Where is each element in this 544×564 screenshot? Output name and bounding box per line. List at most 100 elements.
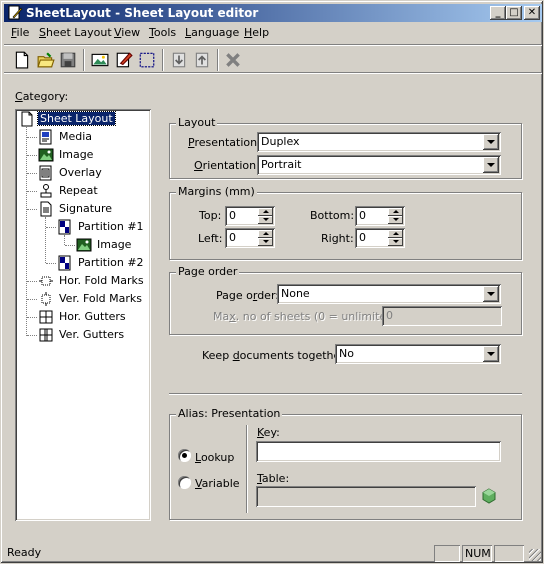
spin-up-button[interactable] [388, 230, 403, 238]
image-icon [76, 238, 92, 252]
max-sheets-label: Max. no of sheets (0 = unlimited): [213, 310, 402, 323]
status-pane-num: NUM [462, 545, 492, 562]
tree-connector [27, 191, 37, 192]
tree-connector [64, 235, 65, 245]
move-down-icon[interactable] [170, 51, 188, 69]
tree-connector [26, 127, 27, 336]
toolbar-separator [162, 49, 164, 71]
lookup-radio[interactable] [178, 449, 191, 462]
chevron-down-icon[interactable] [483, 134, 499, 150]
main-window: SheetLayout - Sheet Layout editor _ □ ✕ … [0, 0, 544, 564]
status-text: Ready [7, 546, 42, 559]
chevron-down-icon[interactable] [483, 346, 499, 362]
toolbar-separator [217, 49, 219, 71]
maximize-button[interactable]: □ [506, 6, 522, 20]
keep-together-select[interactable]: No [335, 344, 501, 364]
status-pane-scroll [494, 545, 524, 562]
lookup-label[interactable]: Lookup [195, 451, 234, 464]
spin-up-button[interactable] [258, 230, 273, 238]
partition-icon [58, 255, 71, 271]
alias-divider [246, 425, 247, 513]
tree-connector [27, 335, 37, 336]
overlay-icon [39, 165, 52, 181]
top-margin-spinner[interactable]: 0 [225, 206, 275, 226]
menu-language[interactable]: Language [185, 26, 239, 39]
separator [169, 393, 522, 395]
toolbar [4, 44, 542, 74]
right-label: Right: [321, 232, 354, 245]
table-label: Table: [257, 472, 290, 485]
spin-down-button[interactable] [388, 216, 403, 224]
spin-down-button[interactable] [258, 238, 273, 246]
repeat-icon [40, 184, 52, 198]
tree-connector [46, 263, 56, 264]
top-label: Top: [199, 209, 222, 222]
hor-fold-icon [39, 276, 53, 286]
key-label: Key: [257, 426, 280, 439]
ver-fold-icon [41, 292, 51, 306]
category-tree[interactable]: Sheet Layout Media Image Overlay Repeat … [15, 109, 151, 521]
close-button[interactable]: ✕ [524, 6, 540, 20]
chevron-down-icon[interactable] [483, 286, 499, 302]
left-label: Left: [198, 232, 223, 245]
new-icon[interactable] [13, 51, 31, 69]
resize-grip[interactable] [529, 549, 541, 561]
image-icon[interactable] [91, 51, 109, 69]
spin-down-button[interactable] [258, 216, 273, 224]
chevron-down-icon[interactable] [483, 157, 499, 173]
signature-icon [40, 201, 52, 217]
title-bar[interactable]: SheetLayout - Sheet Layout editor _ □ ✕ [4, 4, 542, 22]
edit-icon[interactable] [115, 51, 133, 69]
move-up-icon[interactable] [193, 51, 211, 69]
minimize-button[interactable]: _ [490, 6, 506, 20]
spin-up-button[interactable] [388, 208, 403, 216]
toolbar-separator [83, 49, 85, 71]
menu-view[interactable]: View [114, 26, 140, 39]
spin-down-button[interactable] [388, 238, 403, 246]
spin-up-button[interactable] [258, 208, 273, 216]
key-input[interactable] [256, 441, 501, 462]
tree-connector [65, 245, 75, 246]
hor-gutter-icon [39, 310, 53, 324]
save-icon[interactable] [59, 51, 77, 69]
tree-connector [45, 217, 46, 263]
menu-file[interactable]: File [11, 26, 29, 39]
margins-group: Margins (mm) [169, 185, 522, 260]
select-icon[interactable] [138, 51, 156, 69]
right-margin-spinner[interactable]: 0 [355, 228, 405, 248]
tree-connector [27, 137, 37, 138]
tree-connector [27, 173, 37, 174]
delete-icon[interactable] [224, 51, 242, 69]
bottom-label: Bottom: [310, 209, 355, 222]
table-input[interactable] [256, 486, 476, 507]
presentation-label: Presentation: [188, 136, 261, 149]
menu-tools[interactable]: Tools [149, 26, 176, 39]
orientation-label: Orientation: [194, 159, 260, 172]
page-order-select[interactable]: None [277, 284, 501, 304]
table-lookup-icon[interactable] [481, 488, 497, 504]
menu-bar: File Sheet Layout View Tools Language He… [4, 23, 542, 42]
category-label: Category: [15, 90, 69, 103]
menu-help[interactable]: Help [244, 26, 269, 39]
orientation-select[interactable]: Portrait [257, 155, 501, 175]
max-sheets-input[interactable]: 0 [382, 306, 502, 326]
media-icon [39, 129, 52, 145]
keep-together-label: Keep documents together: [202, 349, 349, 362]
tree-connector [27, 317, 37, 318]
tree-connector [27, 299, 37, 300]
page-order-label: Page order: [216, 289, 279, 302]
ver-gutter-icon [39, 328, 53, 342]
status-pane-caps [434, 545, 460, 562]
left-margin-spinner[interactable]: 0 [225, 228, 275, 248]
tree-connector [27, 281, 37, 282]
bottom-margin-spinner[interactable]: 0 [355, 206, 405, 226]
variable-label[interactable]: Variable [195, 477, 240, 490]
open-icon[interactable] [37, 51, 55, 69]
tree-connector [27, 155, 37, 156]
presentation-select[interactable]: Duplex [257, 132, 501, 152]
menu-sheet-layout[interactable]: Sheet Layout [39, 26, 112, 39]
variable-radio[interactable] [178, 476, 191, 489]
page-icon [21, 111, 33, 127]
status-bar: Ready NUM [4, 544, 542, 562]
window-title: SheetLayout - Sheet Layout editor [26, 6, 259, 20]
